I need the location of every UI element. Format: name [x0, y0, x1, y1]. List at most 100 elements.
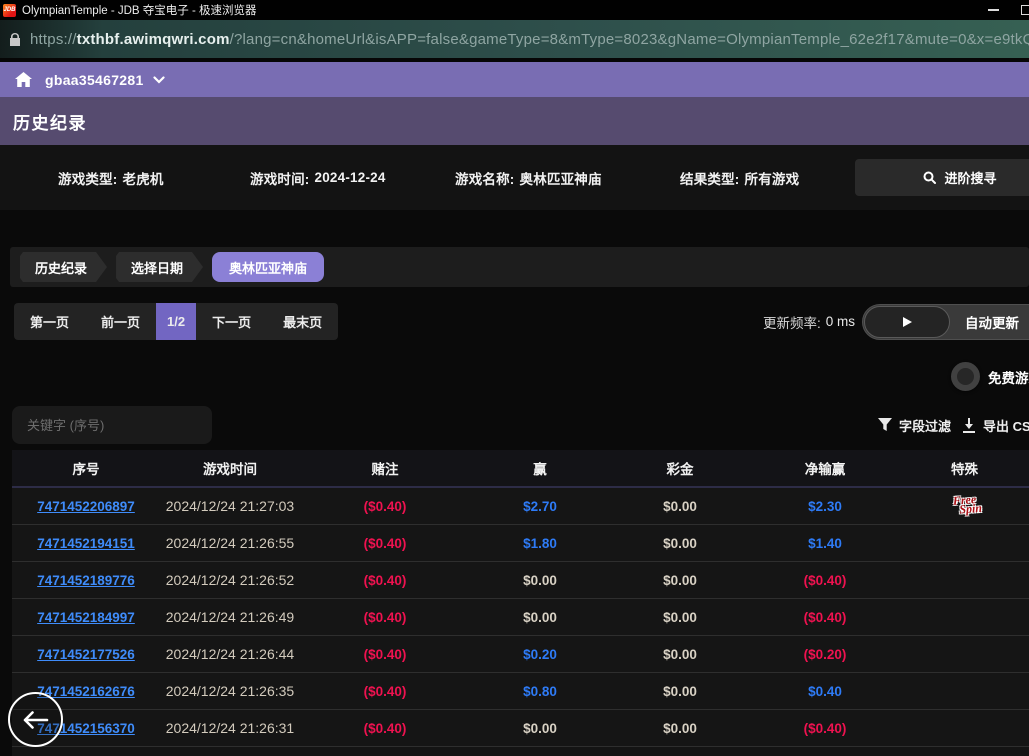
game-time: 2024/12/24 21:26:35: [160, 683, 300, 699]
page-title: 历史纪录: [0, 97, 1029, 145]
win-amount: $0.00: [470, 610, 610, 625]
partial-row: [12, 747, 1029, 756]
filter-game-name: 游戏名称:奥林匹亚神庙: [455, 145, 602, 210]
next-page-button[interactable]: 下一页: [196, 303, 267, 340]
net-amount: ($0.40): [750, 610, 900, 625]
play-icon: [903, 317, 912, 327]
first-page-button[interactable]: 第一页: [14, 303, 85, 340]
header-special: 特殊: [900, 458, 1029, 478]
lock-icon: [9, 32, 21, 47]
advanced-search-button[interactable]: 进阶搜寻: [855, 159, 1029, 196]
header-bet: 赌注: [300, 458, 470, 478]
bet-id-link[interactable]: 7471452189776: [12, 573, 160, 588]
window-title: OlympianTemple - JDB 夺宝电子 - 极速浏览器: [22, 2, 257, 18]
net-amount: $1.40: [750, 536, 900, 551]
header-net: 净输赢: [750, 458, 900, 478]
bet-amount: ($0.40): [300, 499, 470, 514]
prev-page-button[interactable]: 前一页: [85, 303, 156, 340]
win-amount: $0.80: [470, 684, 610, 699]
account-bar: gbaa35467281: [0, 62, 1029, 97]
table-row: 7471452162676 2024/12/24 21:26:35 ($0.40…: [12, 673, 1029, 710]
bet-id-link[interactable]: 7471452177526: [12, 647, 160, 662]
play-button[interactable]: [864, 306, 950, 338]
chevron-down-icon[interactable]: [153, 76, 165, 84]
bet-amount: ($0.40): [300, 536, 470, 551]
history-table: 序号 游戏时间 赌注 赢 彩金 净输赢 特殊 7471452206897 202…: [12, 450, 1029, 756]
table-row: 7471452194151 2024/12/24 21:26:55 ($0.40…: [12, 525, 1029, 562]
search-icon: [923, 171, 936, 184]
minimize-button[interactable]: [988, 9, 999, 11]
table-header-row: 序号 游戏时间 赌注 赢 彩金 净输赢 特殊: [12, 450, 1029, 488]
game-time: 2024/12/24 21:26:52: [160, 572, 300, 588]
header-jackpot: 彩金: [610, 458, 750, 478]
jackpot-amount: $0.00: [610, 536, 750, 551]
special-cell: FreeSpin: [900, 496, 1029, 516]
bet-amount: ($0.40): [300, 610, 470, 625]
keyword-search-input[interactable]: [12, 406, 212, 444]
jackpot-amount: $0.00: [610, 684, 750, 699]
net-amount: ($0.40): [750, 721, 900, 736]
game-time: 2024/12/24 21:26:31: [160, 720, 300, 736]
export-csv-button[interactable]: 导出 CSV: [962, 405, 1029, 445]
jackpot-amount: $0.00: [610, 573, 750, 588]
table-row: 7471452184997 2024/12/24 21:26:49 ($0.40…: [12, 599, 1029, 636]
back-button[interactable]: [8, 692, 63, 747]
pagination-row: 第一页 前一页 1/2 下一页 最末页 更新频率:0 ms 自动更新: [0, 303, 1029, 340]
game-time: 2024/12/24 21:27:03: [160, 498, 300, 514]
funnel-icon: [878, 418, 892, 432]
field-filter-button[interactable]: 字段过滤: [878, 405, 951, 445]
net-amount: $0.40: [750, 684, 900, 699]
free-spin-badge: FreeSpin: [947, 495, 982, 515]
home-icon[interactable]: [15, 72, 32, 87]
table-row: 7471452177526 2024/12/24 21:26:44 ($0.40…: [12, 636, 1029, 673]
address-bar[interactable]: https://txthbf.awimqwri.com/?lang=cn&hom…: [0, 20, 1029, 58]
table-body: 7471452206897 2024/12/24 21:27:03 ($0.40…: [12, 488, 1029, 747]
win-amount: $0.00: [470, 721, 610, 736]
header-bet-id: 序号: [12, 458, 160, 478]
game-time: 2024/12/24 21:26:44: [160, 646, 300, 662]
pager: 第一页 前一页 1/2 下一页 最末页: [14, 303, 338, 340]
bet-amount: ($0.40): [300, 573, 470, 588]
game-time: 2024/12/24 21:26:55: [160, 535, 300, 551]
bet-amount: ($0.40): [300, 684, 470, 699]
game-time: 2024/12/24 21:26:49: [160, 609, 300, 625]
breadcrumb-select-date[interactable]: 选择日期: [116, 252, 203, 282]
header-game-time: 游戏时间: [160, 458, 300, 478]
filter-game-type: 游戏类型:老虎机: [58, 145, 164, 210]
bet-id-link[interactable]: 7471452206897: [12, 499, 160, 514]
account-username[interactable]: gbaa35467281: [45, 72, 144, 88]
breadcrumb-game-name[interactable]: 奥林匹亚神庙: [212, 252, 324, 282]
browser-window: JDB OlympianTemple - JDB 夺宝电子 - 极速浏览器 ht…: [0, 0, 1029, 756]
table-row: 7471452206897 2024/12/24 21:27:03 ($0.40…: [12, 488, 1029, 525]
bet-id-link[interactable]: 7471452194151: [12, 536, 160, 551]
maximize-button[interactable]: [1021, 5, 1029, 15]
last-page-button[interactable]: 最末页: [267, 303, 338, 340]
win-amount: $0.20: [470, 647, 610, 662]
free-game-row: 免费游戏: [0, 358, 1029, 396]
filter-result-type: 结果类型:所有游戏: [680, 145, 799, 210]
download-icon: [962, 418, 976, 433]
jackpot-amount: $0.00: [610, 647, 750, 662]
refresh-rate-label: 更新频率:0 ms: [763, 303, 855, 340]
bet-id-link[interactable]: 7471452184997: [12, 610, 160, 625]
jackpot-amount: $0.00: [610, 610, 750, 625]
table-controls-row: 字段过滤 导出 CSV: [0, 405, 1029, 445]
breadcrumb: 历史纪录 选择日期 奥林匹亚神庙: [10, 247, 1029, 287]
bet-amount: ($0.40): [300, 647, 470, 662]
net-amount: ($0.40): [750, 573, 900, 588]
header-win: 赢: [470, 458, 610, 478]
url-text: https://txthbf.awimqwri.com/?lang=cn&hom…: [30, 31, 1029, 48]
filter-game-date: 游戏时间:2024-12-24: [250, 145, 386, 210]
free-game-label: 免费游戏: [988, 358, 1029, 396]
url-domain: txthbf.awimqwri.com: [77, 31, 230, 48]
table-row: 7471452156370 2024/12/24 21:26:31 ($0.40…: [12, 710, 1029, 747]
filter-summary-bar: 游戏类型:老虎机 游戏时间:2024-12-24 游戏名称:奥林匹亚神庙 结果类…: [0, 145, 1029, 210]
breadcrumb-history[interactable]: 历史纪录: [20, 252, 107, 282]
free-game-radio[interactable]: [951, 362, 980, 391]
win-amount: $1.80: [470, 536, 610, 551]
win-amount: $0.00: [470, 573, 610, 588]
net-amount: ($0.20): [750, 647, 900, 662]
current-page-indicator: 1/2: [156, 303, 196, 340]
auto-refresh-toggle[interactable]: 自动更新: [862, 304, 1029, 340]
table-row: 7471452189776 2024/12/24 21:26:52 ($0.40…: [12, 562, 1029, 599]
